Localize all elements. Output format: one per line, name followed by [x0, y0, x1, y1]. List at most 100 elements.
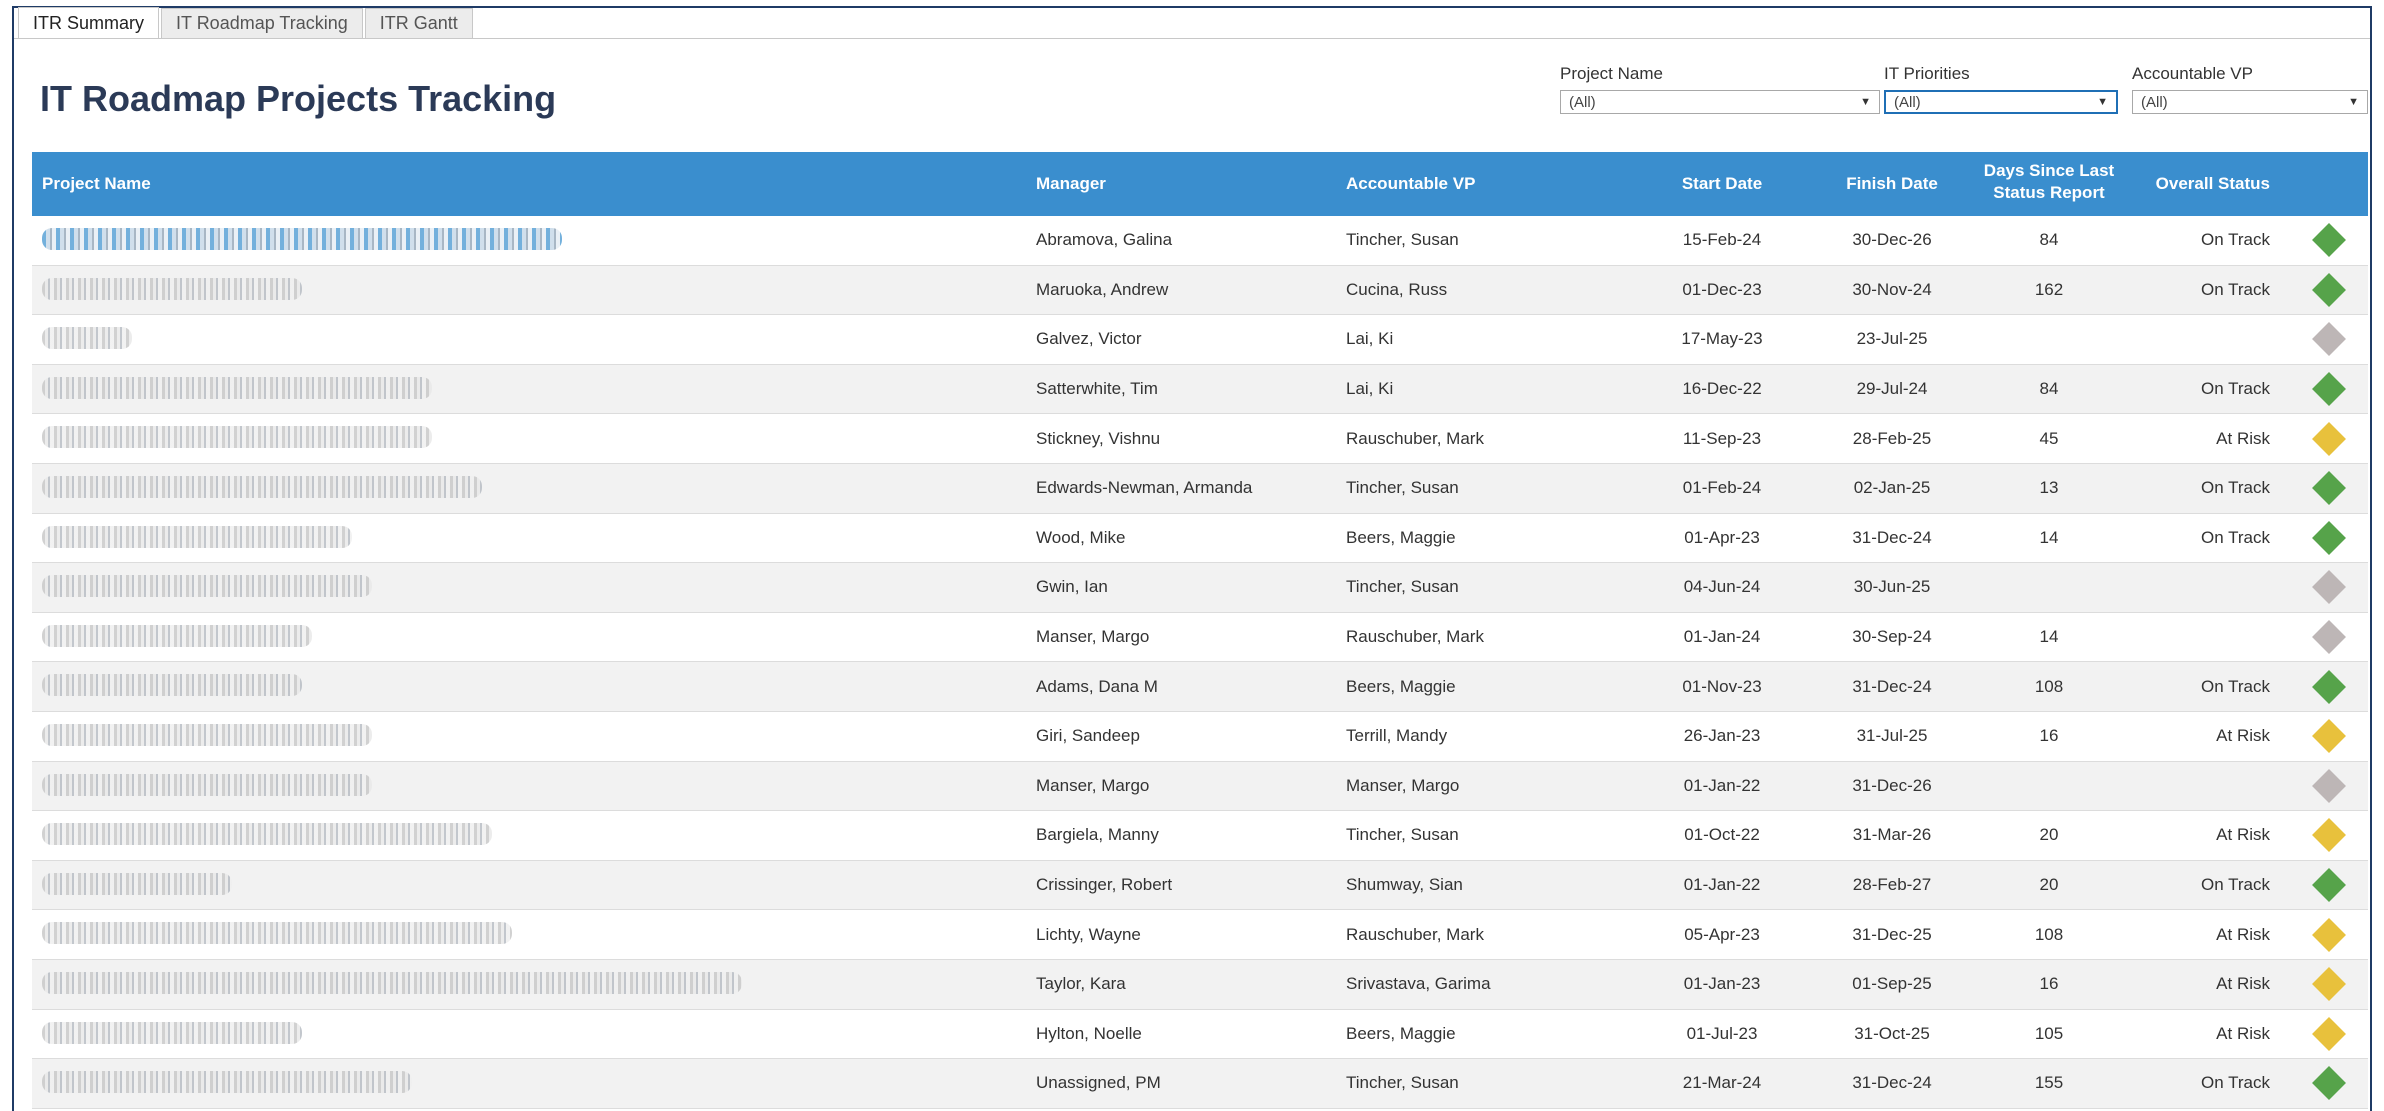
cell-days-since-status: 20: [2039, 875, 2059, 895]
cell-finish-date: 31-Jul-25: [1856, 726, 1928, 746]
status-diamond-icon: [2312, 272, 2346, 307]
cell-accountable-vp: Beers, Maggie: [1346, 676, 1456, 696]
header-overall-status[interactable]: Overall Status: [2130, 174, 2270, 194]
cell-days-since-status: [1974, 315, 2124, 364]
cell-accountable-vp: Beers, Maggie: [1346, 527, 1456, 547]
header-days-since-status[interactable]: Days Since Last Status Report: [1974, 160, 2124, 204]
header-start-date[interactable]: Start Date: [1652, 174, 1792, 194]
status-indicator-cell: [2304, 464, 2354, 513]
table-row[interactable]: Edwards-Newman, Armanda Tincher, Susan 01-…: [32, 463, 2368, 514]
cell-finish-date: 28-Feb-27: [1852, 875, 1932, 895]
filter-value: (All): [1569, 93, 1596, 111]
table-row[interactable]: Lichty, Wayne Rauschuber, Mark 05-Apr-23 31…: [32, 910, 2368, 960]
tab-itr-summary[interactable]: ITR Summary: [18, 7, 160, 39]
status-indicator-cell: [2304, 514, 2354, 563]
header-finish-date[interactable]: Finish Date: [1822, 174, 1962, 194]
cell-days-since-status: 13: [2039, 478, 2059, 498]
cell-overall-status: On Track: [2201, 875, 2270, 895]
status-indicator-cell: [2304, 861, 2354, 910]
table-row[interactable]: Hylton, Noelle Beers, Maggie 01-Jul-23 31-O…: [32, 1010, 2368, 1060]
table-row[interactable]: Gwin, Ian Tincher, Susan 04-Jun-24 30-Jun-2…: [32, 563, 2368, 613]
status-indicator-cell: [2304, 910, 2354, 959]
status-diamond-icon: [2312, 620, 2346, 655]
cell-start-date: 01-Dec-23: [1682, 279, 1762, 299]
cell-days-since-status: 105: [2034, 1023, 2064, 1043]
cell-days-since-status: [1974, 563, 2124, 612]
table-row[interactable]: Satterwhite, Tim Lai, Ki 16-Dec-22 29-Jul-2…: [32, 364, 2368, 415]
redacted-project-name: [42, 426, 432, 449]
header-manager[interactable]: Manager: [1036, 174, 1106, 194]
header-project-name[interactable]: Project Name: [42, 174, 151, 194]
cell-manager: Hylton, Noelle: [1036, 1023, 1142, 1043]
table-row[interactable]: Unassigned, PM Tincher, Susan 21-Mar-24 31-…: [32, 1059, 2368, 1109]
cell-finish-date: 01-Sep-25: [1852, 974, 1932, 994]
redacted-project-name: [42, 1071, 412, 1094]
cell-finish-date: 23-Jul-25: [1856, 329, 1928, 349]
cell-start-date: 01-Jul-23: [1686, 1023, 1758, 1043]
cell-start-date: 01-Oct-22: [1684, 825, 1760, 845]
table-row[interactable]: Crissinger, Robert Shumway, Sian 01-Jan-22…: [32, 860, 2368, 911]
table-row[interactable]: Manser, Margo Rauschuber, Mark 01-Jan-24 30…: [32, 613, 2368, 663]
dropdown-arrow-icon: ▼: [2097, 96, 2108, 108]
cell-manager: Stickney, Vishnu: [1036, 428, 1161, 448]
cell-finish-date: 31-Mar-26: [1852, 825, 1932, 845]
header-accountable-vp[interactable]: Accountable VP: [1346, 174, 1475, 194]
cell-accountable-vp: Rauschuber, Mark: [1346, 428, 1484, 448]
cell-start-date: 21-Mar-24: [1682, 1073, 1762, 1093]
table-row[interactable]: Stickney, Vishnu Rauschuber, Mark 11-Sep-2…: [32, 414, 2368, 464]
cell-days-since-status: 162: [2034, 279, 2064, 299]
redacted-project-name: [42, 475, 482, 498]
cell-manager: Bargiela, Manny: [1036, 825, 1159, 845]
cell-manager: Crissinger, Robert: [1036, 875, 1173, 895]
status-diamond-icon: [2312, 1066, 2346, 1101]
status-diamond-icon: [2312, 520, 2346, 555]
project-name-dropdown[interactable]: (All) ▼: [1560, 90, 1880, 114]
cell-manager: Edwards-Newman, Armanda: [1036, 478, 1253, 498]
table-row[interactable]: Adams, Dana M Beers, Maggie 01-Nov-23 31-De…: [32, 662, 2368, 712]
status-indicator-cell: [2304, 662, 2354, 711]
filter-accountable-vp: Accountable VP (All) ▼: [2132, 64, 2368, 114]
accountable-vp-dropdown[interactable]: (All) ▼: [2132, 90, 2368, 114]
tab-itr-gantt[interactable]: ITR Gantt: [364, 8, 473, 38]
it-priorities-dropdown[interactable]: (All) ▼: [1884, 90, 2118, 114]
status-diamond-icon: [2312, 967, 2346, 1002]
status-diamond-icon: [2312, 471, 2346, 506]
redacted-project-name: [42, 922, 512, 945]
tab-it-roadmap-tracking[interactable]: IT Roadmap Tracking: [161, 8, 363, 38]
cell-finish-date: 02-Jan-25: [1853, 478, 1931, 498]
cell-manager: Manser, Margo: [1036, 627, 1150, 647]
cell-finish-date: 29-Jul-24: [1856, 379, 1928, 399]
table-row[interactable]: Manser, Margo Manser, Margo 01-Jan-22 31-De…: [32, 761, 2368, 812]
table-row[interactable]: Maruoka, Andrew Cucina, Russ 01-Dec-23 30-N…: [32, 265, 2368, 316]
cell-overall-status: [2130, 613, 2270, 662]
status-diamond-icon: [2312, 421, 2346, 456]
filter-value: (All): [2141, 93, 2168, 111]
cell-start-date: 01-Feb-24: [1682, 478, 1762, 498]
page-title: IT Roadmap Projects Tracking: [40, 78, 557, 119]
cell-start-date: 01-Jan-23: [1683, 974, 1761, 994]
dropdown-arrow-icon: ▼: [2348, 96, 2359, 108]
cell-accountable-vp: Cucina, Russ: [1346, 279, 1448, 299]
table-row[interactable]: Abramova, Galina Tincher, Susan 15-Feb-24 3…: [32, 216, 2368, 266]
cell-accountable-vp: Srivastava, Garima: [1346, 974, 1491, 994]
cell-finish-date: 30-Jun-25: [1853, 577, 1931, 597]
table-row[interactable]: Taylor, Kara Srivastava, Garima 01-Jan-23 0…: [32, 959, 2368, 1010]
tab-bar: ITR Summary IT Roadmap Tracking ITR Gant…: [18, 7, 475, 39]
table-row[interactable]: Wood, Mike Beers, Maggie 01-Apr-23 31-Dec-2…: [32, 514, 2368, 564]
status-indicator-cell: [2304, 414, 2354, 463]
cell-finish-date: 30-Sep-24: [1852, 627, 1932, 647]
cell-finish-date: 31-Dec-24: [1852, 676, 1932, 696]
table-body: Abramova, Galina Tincher, Susan 15-Feb-24 3…: [32, 216, 2368, 1109]
redacted-project-name: [42, 971, 742, 994]
cell-manager: Maruoka, Andrew: [1036, 279, 1169, 299]
table-row[interactable]: Galvez, Victor Lai, Ki 17-May-23 23-Jul-25: [32, 315, 2368, 365]
redacted-project-name: [42, 624, 312, 647]
cell-start-date: 01-Nov-23: [1682, 676, 1762, 696]
cell-manager: Gwin, Ian: [1036, 577, 1108, 597]
cell-start-date: 01-Jan-22: [1683, 775, 1761, 795]
table-row[interactable]: Bargiela, Manny Tincher, Susan 01-Oct-22 31…: [32, 811, 2368, 861]
status-diamond-icon: [2312, 818, 2346, 853]
filter-label: IT Priorities: [1884, 64, 1970, 83]
cell-manager: Abramova, Galina: [1036, 230, 1173, 250]
table-row[interactable]: Giri, Sandeep Terrill, Mandy 26-Jan-23 31-J…: [32, 712, 2368, 762]
